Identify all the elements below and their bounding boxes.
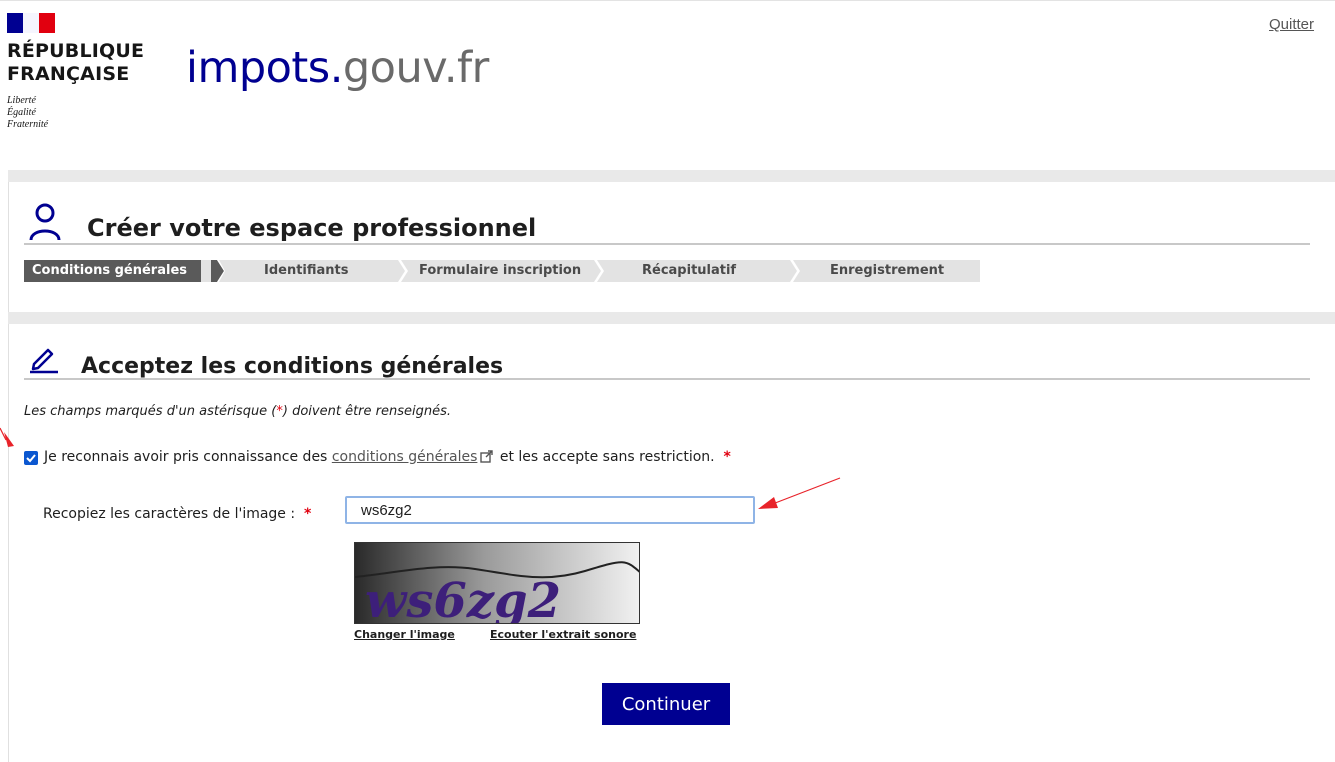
accept-conditions-label[interactable]: Je reconnais avoir pris connaissance des…	[44, 449, 731, 465]
svg-text:ws6zg2: ws6zg2	[365, 573, 561, 624]
captcha-label: Recopiez les caractères de l'image : *	[43, 506, 312, 522]
marianne-flag-logo	[7, 13, 55, 33]
step-enregistrement: Enregistrement	[830, 263, 945, 278]
brand-tld: gouv.fr	[342, 43, 489, 93]
step-separator	[211, 260, 225, 282]
conditions-generales-link[interactable]: conditions générales	[332, 449, 478, 465]
quit-link[interactable]: Quitter	[1269, 16, 1314, 33]
captcha-input[interactable]	[345, 496, 755, 524]
top-border	[0, 0, 1335, 1]
progress-steps: Conditions générales Identifiants Formul…	[24, 260, 980, 282]
registration-panel	[8, 182, 1329, 312]
user-icon	[29, 203, 61, 241]
title-underline	[24, 243, 1310, 245]
continue-button[interactable]: Continuer	[602, 683, 730, 725]
step-separator	[790, 260, 800, 282]
step-formulaire-inscription: Formulaire inscription	[419, 263, 582, 278]
step-conditions-generales: Conditions générales	[24, 260, 201, 282]
section-separator	[8, 312, 1335, 324]
republique-francaise-logo: RÉPUBLIQUE FRANÇAISE	[7, 40, 145, 85]
section-underline	[24, 378, 1310, 380]
step-recapitulatif: Récapitulatif	[642, 263, 737, 278]
audio-captcha-link[interactable]: Ecouter l'extrait sonore	[490, 628, 636, 641]
republic-motto: Liberté Égalité Fraternité	[7, 95, 49, 130]
pencil-icon	[30, 348, 58, 374]
step-separator	[398, 260, 408, 282]
accept-conditions-checkbox[interactable]	[24, 451, 38, 465]
external-link-icon	[480, 450, 494, 463]
required-fields-note: Les champs marqués d'un astérisque (*) d…	[24, 404, 452, 419]
section-separator	[8, 170, 1335, 182]
checkmark-icon	[26, 454, 36, 463]
step-separator	[594, 260, 604, 282]
page-title: Créer votre espace professionnel	[87, 214, 537, 242]
change-image-link[interactable]: Changer l'image	[354, 628, 455, 641]
step-identifiants: Identifiants	[264, 263, 349, 278]
captcha-image: ws6zg2	[354, 542, 640, 624]
brand-main: impots.	[186, 43, 343, 93]
impots-gouv-logo[interactable]: impots.gouv.fr	[186, 42, 489, 94]
